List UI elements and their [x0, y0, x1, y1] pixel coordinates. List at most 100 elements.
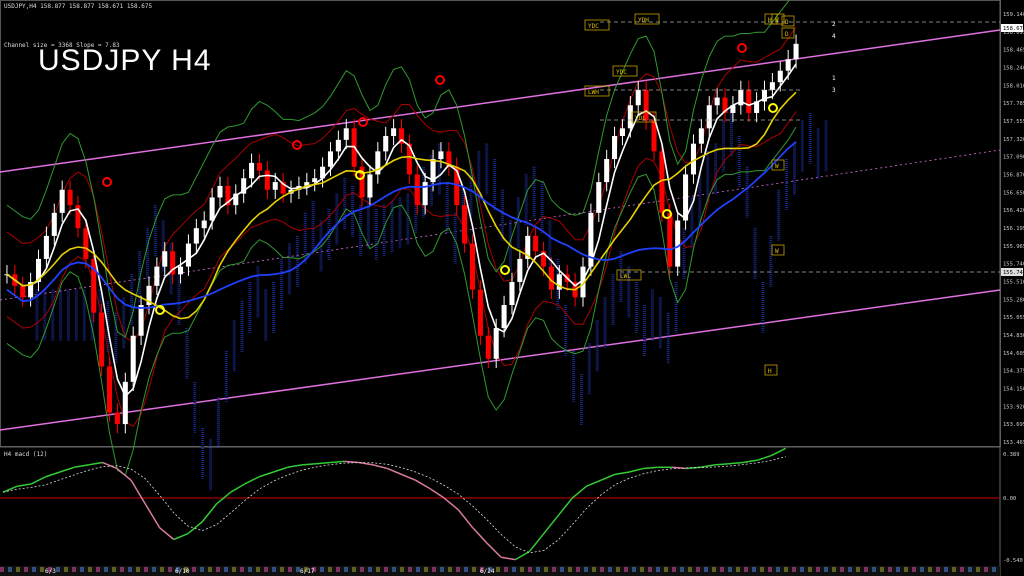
session-strip [688, 567, 692, 572]
session-strip [888, 567, 892, 572]
price-tick: 154.605 [1003, 351, 1024, 357]
macd-segment [173, 532, 189, 541]
session-strip [592, 567, 596, 572]
fractal-marker [435, 75, 445, 85]
candle-body [493, 328, 499, 359]
session-strip [736, 567, 740, 572]
session-strip [40, 567, 44, 572]
session-strip [96, 567, 100, 572]
session-strip [896, 567, 900, 572]
macd-segment [372, 464, 388, 470]
macd-segment [45, 471, 61, 478]
price-tick: 155.965 [1003, 244, 1024, 250]
session-strip [696, 567, 700, 572]
session-strip [344, 567, 348, 572]
price-tick: 157.555 [1003, 119, 1024, 125]
session-strip [128, 567, 132, 572]
session-strip [16, 567, 20, 572]
session-strip [872, 567, 876, 572]
candle-body [509, 281, 515, 306]
session-strip [576, 567, 580, 572]
macd-segment [614, 471, 630, 476]
session-strip [72, 567, 76, 572]
candle-body [517, 258, 523, 282]
macd-segment [316, 461, 331, 465]
candle-body [533, 235, 539, 252]
candle-body [635, 89, 641, 106]
session-strip [104, 567, 108, 572]
candle-body [217, 185, 223, 198]
session-strip [984, 567, 988, 572]
macd-segment [571, 485, 587, 499]
session-strip [280, 567, 284, 572]
session-strip [768, 567, 772, 572]
session-strip [416, 567, 420, 572]
session-strip [88, 567, 92, 572]
session-strip [120, 567, 124, 572]
candle-body [193, 228, 199, 244]
macd-pane: 0.389 0.00 -0.540 [0, 447, 1023, 564]
candle-body [272, 182, 278, 190]
session-strip [248, 567, 252, 572]
macd-segment [600, 473, 616, 481]
macd-segment [415, 479, 431, 490]
session-strip [808, 567, 812, 572]
price-tick: 155.740 [1003, 262, 1024, 268]
macd-segment [187, 521, 203, 535]
macd-segment [102, 461, 118, 470]
price-tick: 156.420 [1003, 208, 1024, 214]
candle-body [67, 189, 73, 206]
session-strip [536, 567, 540, 572]
session-strip [784, 567, 788, 572]
session-strip [424, 567, 428, 572]
macd-segment [201, 503, 218, 523]
price-tick: 158.465 [1003, 48, 1024, 54]
session-strip [912, 567, 916, 572]
level-box-label: LWL [620, 273, 631, 280]
session-strip [960, 567, 964, 572]
session-strip [704, 567, 708, 572]
candle-body [414, 174, 420, 206]
price-tick: 156.870 [1003, 173, 1024, 179]
session-strip [632, 567, 636, 572]
session-strip [80, 567, 84, 572]
session-strip [672, 567, 676, 572]
session-strip [640, 567, 644, 572]
session-strip [832, 567, 836, 572]
price-tick: 156.195 [1003, 226, 1024, 232]
candle-body [59, 189, 65, 213]
session-strip [584, 567, 588, 572]
session-strip [952, 567, 956, 572]
fractal-marker [737, 43, 747, 53]
macd-segment [244, 476, 260, 485]
macd-segment [714, 462, 729, 466]
candle-body [706, 105, 712, 129]
candle-body [383, 135, 389, 152]
session-strip [400, 567, 404, 572]
candle-body [469, 243, 476, 290]
candle-body [335, 139, 341, 152]
macd-segment [629, 467, 644, 473]
session-strip [0, 567, 4, 572]
macd-segment [88, 461, 103, 466]
session-strip [752, 567, 756, 572]
level-box-label: H [768, 368, 772, 375]
fractal-marker [500, 265, 510, 275]
current-price: 158.675 [1003, 26, 1024, 32]
candle-body [154, 266, 160, 286]
line-number: 4 [832, 33, 836, 40]
macd-segment [529, 533, 545, 552]
session-strip [824, 567, 828, 572]
candle-body [249, 162, 255, 179]
session-strip [816, 567, 820, 572]
marker-price: 155.740 [1003, 270, 1024, 276]
macd-segment [429, 487, 445, 499]
candle-body [130, 335, 136, 382]
session-strip [504, 567, 508, 572]
session-strip [920, 567, 924, 572]
price-tick: 154.375 [1003, 369, 1024, 375]
macd-tick: 0.389 [1003, 452, 1020, 458]
session-strip [544, 567, 548, 572]
candle-body [83, 228, 89, 259]
session-strip [24, 567, 28, 572]
